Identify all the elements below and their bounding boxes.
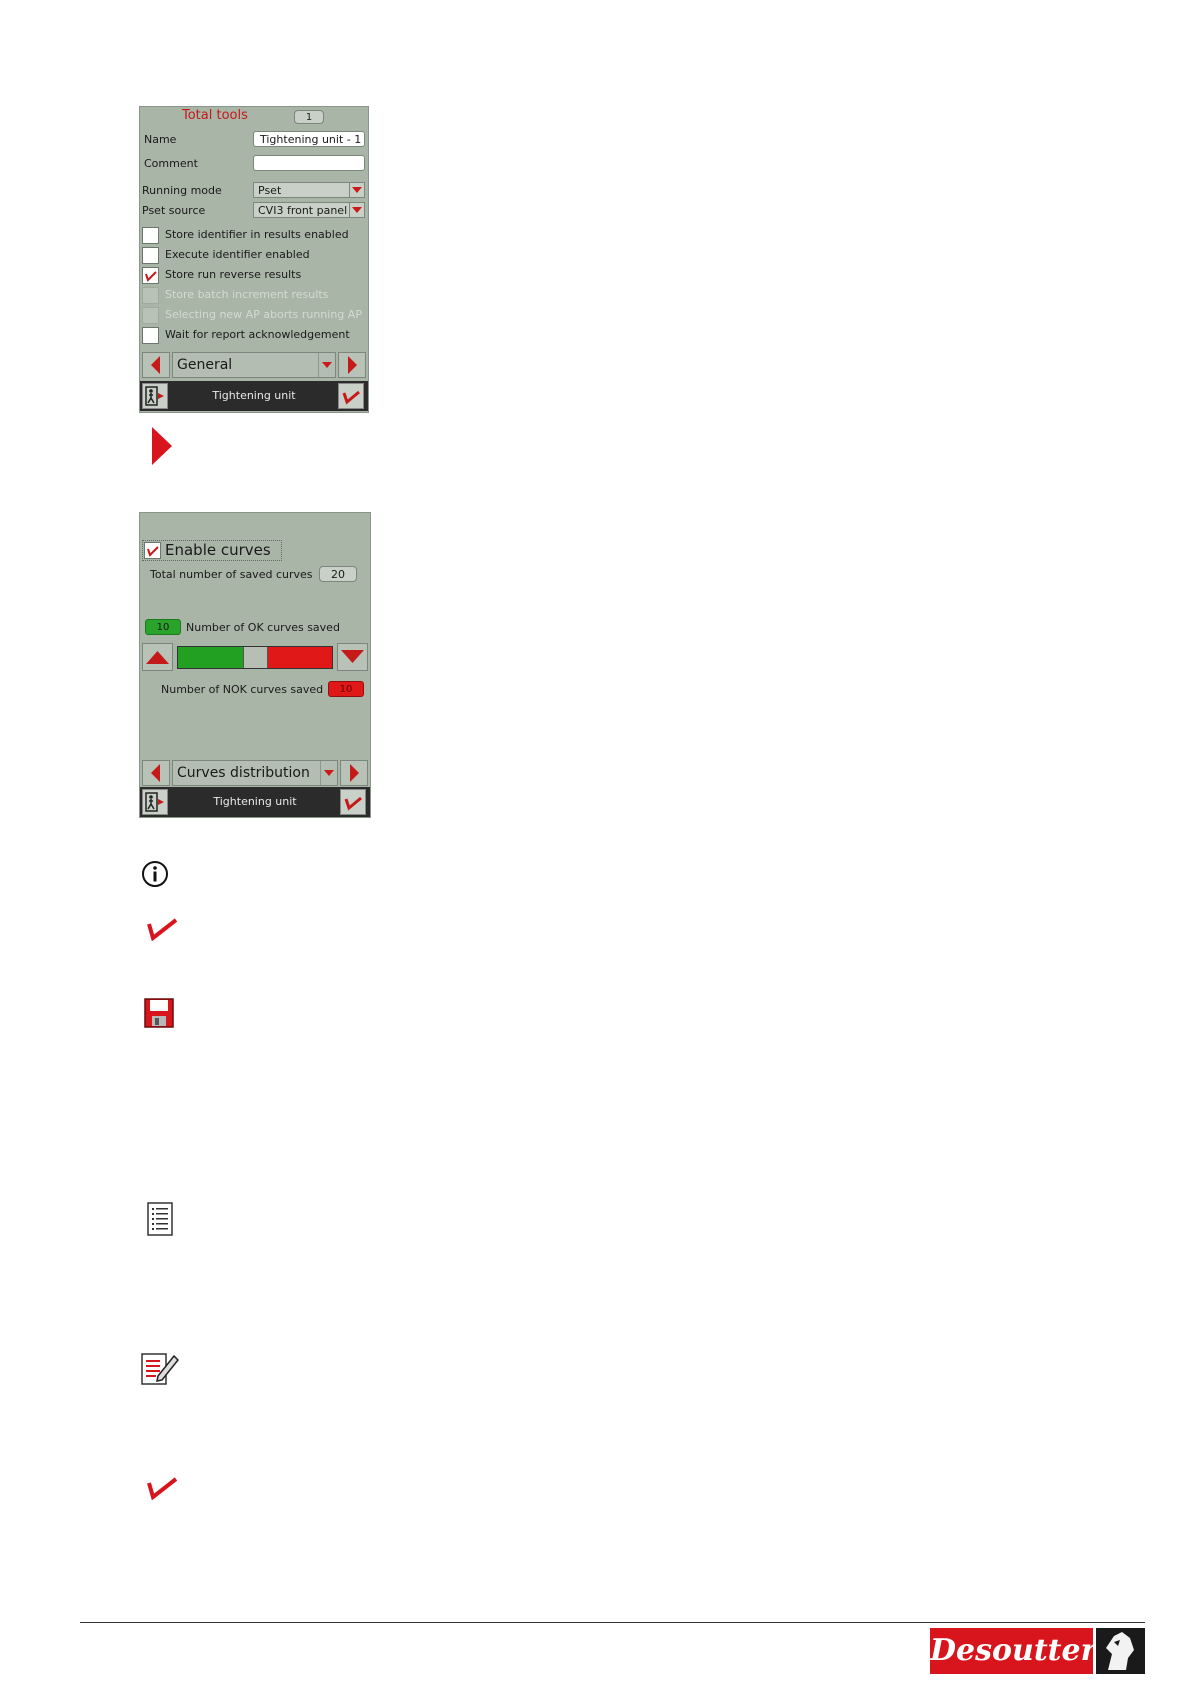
brand-wordmark: Desoutter: [930, 1628, 1096, 1674]
ok-curves-fill: [178, 647, 243, 668]
pset-source-label: Pset source: [142, 204, 206, 217]
wait-for-report-checkbox[interactable]: [142, 327, 159, 344]
previous-section-button[interactable]: [142, 352, 170, 378]
panel-footer: Tightening unit: [140, 787, 370, 817]
checkmark-icon: [147, 546, 159, 557]
list-icon: [147, 1202, 173, 1236]
name-input[interactable]: Tightening unit - 1: [253, 131, 365, 147]
selecting-new-ap-label: Selecting new AP aborts running AP: [165, 308, 362, 321]
pset-source-select[interactable]: CVI3 front panel: [253, 202, 365, 218]
running-mode-label: Running mode: [142, 184, 222, 197]
checkmark-icon: [147, 918, 178, 941]
chevron-down-icon[interactable]: [318, 353, 335, 377]
increase-ok-button[interactable]: [142, 643, 173, 671]
selecting-new-ap-checkbox: [142, 307, 159, 324]
section-value: Curves distribution: [177, 765, 310, 781]
checkmark-icon: [145, 271, 157, 282]
store-identifier-label: Store identifier in results enabled: [165, 228, 349, 241]
wait-for-report-label: Wait for report acknowledgement: [165, 328, 350, 341]
section-nav-bar: Curves distribution: [140, 758, 370, 786]
desoutter-logo: Desoutter: [930, 1628, 1145, 1674]
info-icon: [142, 861, 168, 887]
ok-curves-value: 10: [145, 619, 181, 635]
chevron-down-icon[interactable]: [349, 183, 364, 197]
next-section-button[interactable]: [338, 352, 366, 378]
horse-head-icon: [1096, 1628, 1145, 1674]
footer-title: Tightening unit: [213, 795, 297, 808]
footer-title: Tightening unit: [212, 389, 296, 402]
edit-list-icon: [141, 1353, 180, 1385]
curves-distribution-bar[interactable]: [177, 646, 333, 669]
arrow-right-icon: [348, 356, 357, 374]
arrow-right-icon: [152, 427, 172, 465]
comment-input[interactable]: [253, 155, 365, 171]
arrow-left-icon: [151, 764, 160, 782]
execute-identifier-label: Execute identifier enabled: [165, 248, 310, 261]
store-identifier-checkbox[interactable]: [142, 227, 159, 244]
chevron-down-icon[interactable]: [349, 203, 364, 217]
store-batch-increment-checkbox: [142, 287, 159, 304]
store-run-reverse-checkbox[interactable]: [142, 267, 159, 284]
nok-curves-value: 10: [328, 681, 364, 697]
section-select[interactable]: Curves distribution: [172, 760, 338, 786]
section-nav-bar: General: [140, 350, 368, 378]
previous-section-button[interactable]: [142, 760, 170, 786]
name-label: Name: [144, 133, 177, 146]
panel-footer: Tightening unit: [140, 381, 368, 411]
ok-curves-label: Number of OK curves saved: [186, 621, 340, 634]
pset-source-value: CVI3 front panel: [258, 204, 348, 217]
total-curves-label: Total number of saved curves: [150, 568, 313, 581]
checkmark-icon: [342, 390, 360, 405]
arrow-left-icon: [151, 356, 160, 374]
page-footer-rule: [80, 1622, 1145, 1623]
curves-distribution-panel: Enable curves Total number of saved curv…: [139, 512, 371, 818]
section-value: General: [177, 357, 233, 373]
enable-curves-group[interactable]: Enable curves: [142, 540, 282, 561]
validate-button[interactable]: [340, 789, 366, 815]
chevron-down-icon[interactable]: [320, 761, 337, 785]
comment-label: Comment: [144, 157, 198, 170]
checkmark-icon: [147, 1477, 178, 1500]
arrow-up-icon: [146, 651, 169, 664]
store-run-reverse-label: Store run reverse results: [165, 268, 302, 281]
total-tools-counter: 1: [294, 110, 324, 124]
next-section-button[interactable]: [340, 760, 368, 786]
total-curves-input[interactable]: 20: [319, 566, 357, 582]
distribution-slider-handle[interactable]: [243, 647, 268, 668]
enable-curves-label: Enable curves: [165, 541, 271, 559]
running-mode-value: Pset: [258, 184, 282, 197]
increase-nok-button[interactable]: [337, 643, 368, 671]
execute-identifier-checkbox[interactable]: [142, 247, 159, 264]
total-tools-title: Total tools: [182, 108, 248, 123]
arrow-right-icon: [350, 764, 359, 782]
running-mode-select[interactable]: Pset: [253, 182, 365, 198]
enable-curves-checkbox[interactable]: [144, 542, 161, 559]
checkmark-icon: [344, 796, 362, 811]
section-select[interactable]: General: [172, 352, 336, 378]
store-batch-increment-label: Store batch increment results: [165, 288, 329, 301]
tightening-unit-general-panel: Total tools 1 Name Tightening unit - 1 C…: [139, 106, 369, 413]
nok-curves-label: Number of NOK curves saved: [161, 683, 324, 696]
arrow-down-icon: [341, 650, 364, 663]
validate-button[interactable]: [338, 383, 364, 409]
save-icon: [144, 998, 174, 1028]
